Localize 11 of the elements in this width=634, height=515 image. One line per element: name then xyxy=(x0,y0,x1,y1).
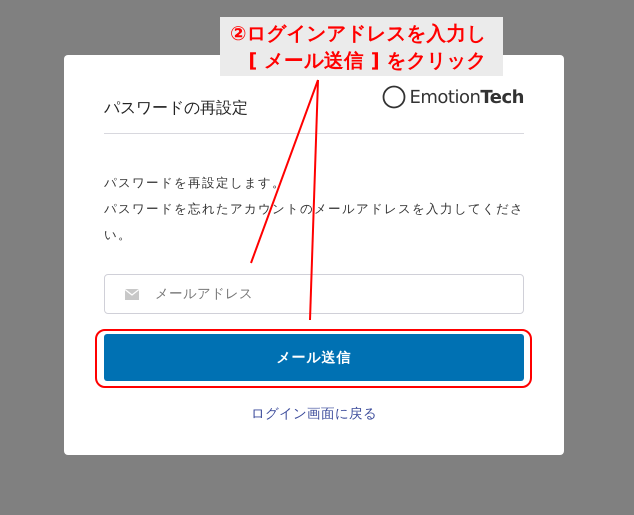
dialog-title: パスワードの再設定 xyxy=(104,98,248,119)
back-to-login-link[interactable]: ログイン画面に戻る xyxy=(251,405,377,423)
instruction-text: パスワードを再設定します。 xyxy=(104,174,287,192)
instruction-text: パスワードを忘れたアカウントのメールアドレスを入力してください。 xyxy=(104,200,524,244)
email-field[interactable]: メールアドレス xyxy=(104,274,524,314)
logo-text: EmotionTech xyxy=(410,86,524,108)
annotation-text: ②ログインアドレスを入力し xyxy=(230,21,487,47)
envelope-icon xyxy=(125,289,139,300)
ring-icon xyxy=(382,85,406,109)
send-email-button[interactable]: メール送信 xyxy=(104,334,524,381)
annotation-text: [ メール送信 ] をクリック xyxy=(248,48,487,74)
